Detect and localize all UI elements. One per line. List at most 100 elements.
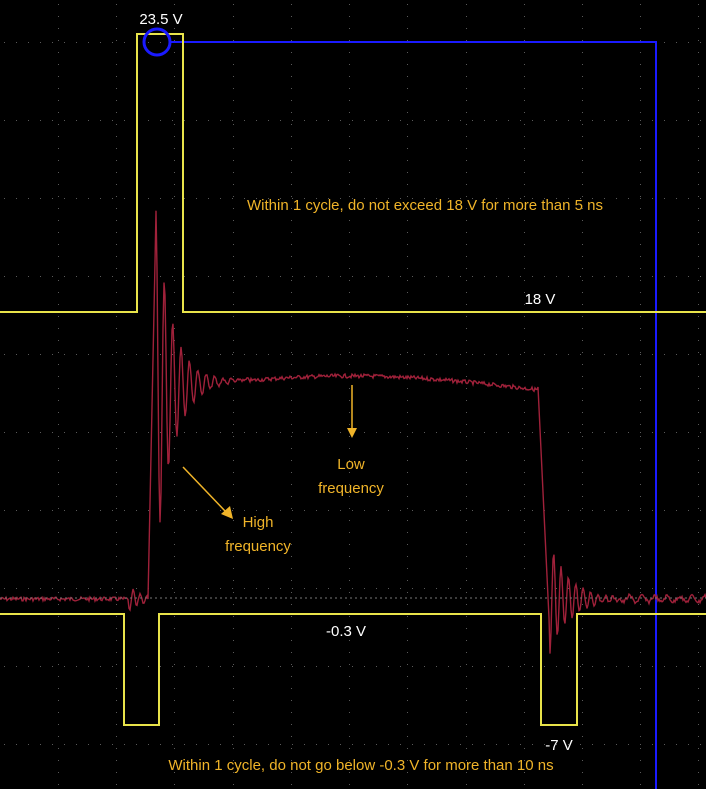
grid-dot: [100, 42, 101, 43]
grid-dot: [698, 412, 699, 413]
grid-dot: [304, 276, 305, 277]
grid-dot: [233, 412, 234, 413]
grid-dot: [52, 666, 53, 667]
grid-dot: [640, 556, 641, 557]
grid-dot: [174, 256, 175, 257]
grid-dot: [349, 112, 350, 113]
grid-dot: [256, 666, 257, 667]
grid-dot: [698, 16, 699, 17]
grid-dot: [28, 42, 29, 43]
grid-dot: [148, 432, 149, 433]
grid-dot: [424, 354, 425, 355]
grid-dot: [466, 652, 467, 653]
grid-dot: [580, 510, 581, 511]
low-frequency-label-line2: frequency: [318, 480, 384, 497]
grid-dot: [4, 120, 5, 121]
grid-dot: [364, 354, 365, 355]
grid-dot: [582, 292, 583, 293]
grid-dot: [233, 160, 234, 161]
grid-dot: [291, 784, 292, 785]
grid-dot: [676, 588, 677, 589]
grid-dot: [582, 664, 583, 665]
grid-dot: [466, 736, 467, 737]
grid-dot: [698, 748, 699, 749]
grid-dot: [628, 588, 629, 589]
grid-dot: [116, 484, 117, 485]
grid-dot: [174, 508, 175, 509]
grid-dot: [160, 588, 161, 589]
grid-dot: [291, 76, 292, 77]
grid-dot: [568, 510, 569, 511]
grid-dot: [116, 784, 117, 785]
grid-dot: [376, 588, 377, 589]
grid-dot: [58, 664, 59, 665]
grid-dot: [116, 496, 117, 497]
grid-dot: [291, 232, 292, 233]
grid-dot: [652, 354, 653, 355]
grid-dot: [700, 198, 701, 199]
grid-dot: [76, 42, 77, 43]
grid-dot: [582, 568, 583, 569]
grid-dot: [116, 292, 117, 293]
grid-dot: [116, 412, 117, 413]
grid-dot: [524, 4, 525, 5]
grid-dot: [280, 510, 281, 511]
grid-dot: [640, 652, 641, 653]
grid-dot: [407, 412, 408, 413]
grid-dot: [640, 232, 641, 233]
grid-dot: [233, 112, 234, 113]
grid-dot: [484, 744, 485, 745]
grid-dot: [448, 432, 449, 433]
grid-dot: [424, 744, 425, 745]
grid-dot: [520, 744, 521, 745]
grid-dot: [291, 664, 292, 665]
grid-dot: [592, 588, 593, 589]
grid-dot: [233, 244, 234, 245]
grid-dot: [640, 724, 641, 725]
grid-dot: [582, 256, 583, 257]
grid-dot: [340, 588, 341, 589]
grid-dot: [4, 432, 5, 433]
grid-dot: [244, 666, 245, 667]
grid-dot: [58, 280, 59, 281]
grid-dot: [628, 432, 629, 433]
grid-dot: [640, 256, 641, 257]
grid-dot: [116, 760, 117, 761]
grid-dot: [628, 198, 629, 199]
grid-dot: [582, 760, 583, 761]
grid-dot: [698, 544, 699, 545]
grid-dot: [466, 64, 467, 65]
grid-dot: [376, 276, 377, 277]
grid-dot: [233, 304, 234, 305]
grid-dot: [436, 432, 437, 433]
grid-dot: [436, 354, 437, 355]
grid-dot: [88, 588, 89, 589]
grid-dot: [524, 220, 525, 221]
grid-dot: [496, 432, 497, 433]
grid-dot: [58, 448, 59, 449]
grid-dot: [466, 676, 467, 677]
grid-dot: [116, 196, 117, 197]
grid-dot: [352, 588, 353, 589]
grid-dot: [233, 148, 234, 149]
grid-dot: [524, 568, 525, 569]
grid-dot: [40, 120, 41, 121]
grid-dot: [292, 432, 293, 433]
grid-dot: [524, 160, 525, 161]
grid-dot: [58, 40, 59, 41]
upper-peak-label: 23.5 V: [139, 11, 182, 28]
grid-dot: [316, 432, 317, 433]
grid-dot: [148, 354, 149, 355]
grid-dot: [174, 268, 175, 269]
grid-dot: [304, 432, 305, 433]
grid-dot: [52, 744, 53, 745]
grid-dot: [524, 712, 525, 713]
grid-dot: [116, 52, 117, 53]
grid-dot: [640, 354, 641, 355]
grid-dot: [407, 88, 408, 89]
grid-dot: [524, 628, 525, 629]
grid-dot: [466, 148, 467, 149]
grid-dot: [116, 76, 117, 77]
grid-dot: [292, 276, 293, 277]
grid-dot: [124, 120, 125, 121]
